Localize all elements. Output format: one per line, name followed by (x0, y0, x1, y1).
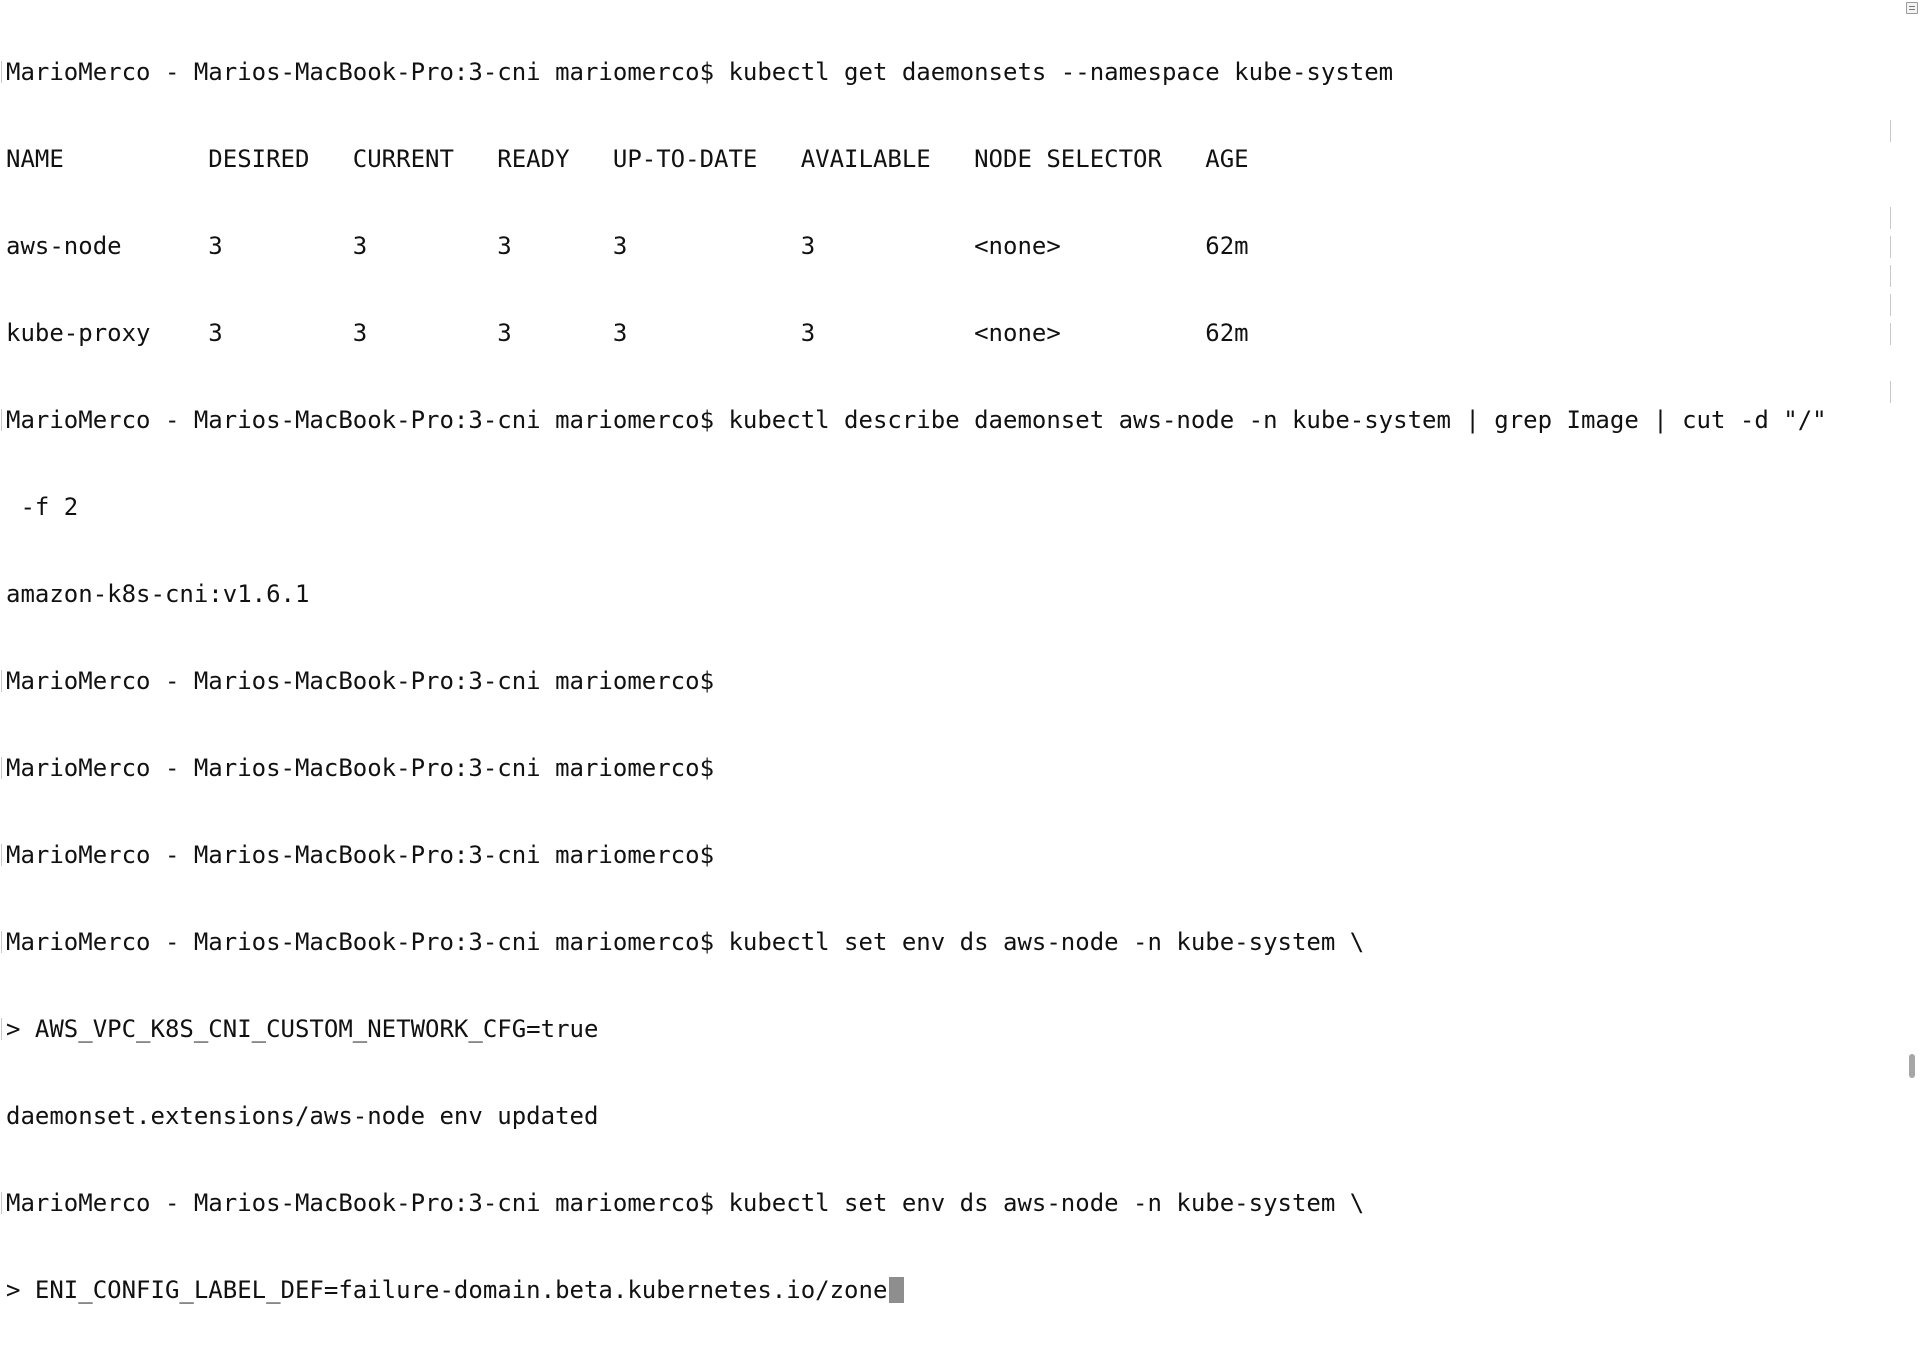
terminal-line: kube-proxy 3 3 3 3 3 <none> 62m (6, 319, 1886, 348)
scrollbar-thumb[interactable] (1909, 1054, 1915, 1078)
line-marker (1890, 207, 1891, 229)
terminal-line: MarioMerco - Marios-MacBook-Pro:3-cni ma… (1, 667, 1886, 696)
terminal-line-text: kube-proxy 3 3 3 3 3 <none> 62m (6, 319, 1249, 347)
terminal-line-text: > AWS_VPC_K8S_CNI_CUSTOM_NETWORK_CFG=tru… (6, 1015, 599, 1043)
prompt-marker (1, 844, 2, 866)
terminal-line: MarioMerco - Marios-MacBook-Pro:3-cni ma… (1, 58, 1886, 87)
terminal-line-text: MarioMerco - Marios-MacBook-Pro:3-cni ma… (6, 58, 1394, 86)
marks-icon[interactable] (1906, 2, 1918, 14)
terminal-line-text: MarioMerco - Marios-MacBook-Pro:3-cni ma… (6, 754, 715, 782)
line-marker (1890, 120, 1891, 142)
prompt-marker (1, 931, 2, 953)
terminal-line: MarioMerco - Marios-MacBook-Pro:3-cni ma… (1, 841, 1886, 870)
terminal-line-text: aws-node 3 3 3 3 3 <none> 62m (6, 232, 1249, 260)
terminal-line-text: MarioMerco - Marios-MacBook-Pro:3-cni ma… (6, 1189, 1365, 1217)
terminal-line-text: MarioMerco - Marios-MacBook-Pro:3-cni ma… (6, 928, 1365, 956)
line-marker (1890, 236, 1891, 258)
terminal-line-text: > ENI_CONFIG_LABEL_DEF=failure-domain.be… (6, 1276, 888, 1304)
terminal-line-text: MarioMerco - Marios-MacBook-Pro:3-cni ma… (6, 406, 1827, 434)
terminal-line-text: amazon-k8s-cni:v1.6.1 (6, 580, 310, 608)
prompt-marker (1, 757, 2, 779)
terminal-window[interactable]: MarioMerco - Marios-MacBook-Pro:3-cni ma… (0, 0, 1920, 1304)
line-marker (1890, 294, 1891, 316)
terminal-line: MarioMerco - Marios-MacBook-Pro:3-cni ma… (1, 754, 1886, 783)
prompt-marker (1, 409, 2, 431)
prompt-marker (1, 61, 2, 83)
terminal-line-text: NAME DESIRED CURRENT READY UP-TO-DATE AV… (6, 145, 1249, 173)
terminal-line: > AWS_VPC_K8S_CNI_CUSTOM_NETWORK_CFG=tru… (1, 1015, 1886, 1044)
prompt-marker (1, 1192, 2, 1214)
terminal-input-line[interactable]: > ENI_CONFIG_LABEL_DEF=failure-domain.be… (6, 1276, 1886, 1305)
terminal-line: aws-node 3 3 3 3 3 <none> 62m (6, 232, 1886, 261)
line-marker (1890, 323, 1891, 345)
terminal-line: NAME DESIRED CURRENT READY UP-TO-DATE AV… (6, 145, 1886, 174)
text-cursor (889, 1277, 905, 1303)
terminal-line: daemonset.extensions/aws-node env update… (6, 1102, 1886, 1131)
terminal-output[interactable]: MarioMerco - Marios-MacBook-Pro:3-cni ma… (1, 0, 1886, 1363)
terminal-line: MarioMerco - Marios-MacBook-Pro:3-cni ma… (1, 928, 1886, 957)
line-marker (1890, 265, 1891, 287)
vertical-scrollbar[interactable] (1904, 0, 1920, 1080)
prompt-marker (1, 670, 2, 692)
terminal-line-text: MarioMerco - Marios-MacBook-Pro:3-cni ma… (6, 841, 715, 869)
terminal-line-text: -f 2 (6, 493, 79, 521)
terminal-line: MarioMerco - Marios-MacBook-Pro:3-cni ma… (1, 406, 1886, 435)
prompt-marker (1, 1018, 2, 1040)
terminal-line-text: daemonset.extensions/aws-node env update… (6, 1102, 599, 1130)
terminal-line: MarioMerco - Marios-MacBook-Pro:3-cni ma… (1, 1189, 1886, 1218)
terminal-line: amazon-k8s-cni:v1.6.1 (6, 580, 1886, 609)
line-marker (1890, 381, 1891, 403)
terminal-line-text: MarioMerco - Marios-MacBook-Pro:3-cni ma… (6, 667, 715, 695)
terminal-line: -f 2 (6, 493, 1886, 522)
